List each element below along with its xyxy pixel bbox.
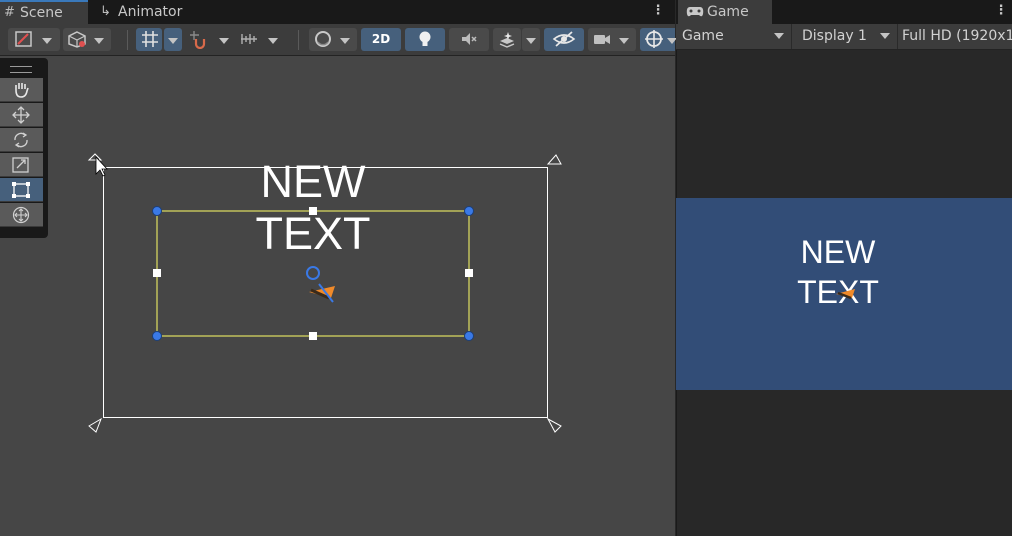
anchor-bottom-left [88,417,102,433]
audio-mute-icon [462,33,477,45]
anchor-top-right [546,154,562,165]
rect-tool-button[interactable] [0,178,43,202]
rotate-tool-button[interactable] [0,128,43,152]
corner-handle-br [464,331,474,341]
scene-visibility-dropdown[interactable] [309,28,357,51]
scene-lighting-toggle[interactable] [405,28,445,51]
lightbulb-icon [419,31,431,46]
animator-icon: ↳ [100,4,111,19]
scene-text-line-1[interactable]: NEW [213,157,413,207]
sphere-icon [315,31,331,47]
transform-tool-button[interactable] [0,203,43,227]
cube-icon [68,31,86,48]
anchor-bottom-right [546,417,562,433]
edge-handle-bottom [309,332,317,340]
tool-palette [0,58,48,238]
grid-icon: # [4,5,15,20]
shading-mode-dropdown[interactable] [63,28,111,51]
scene-effects-toggle[interactable] [493,28,521,51]
scale-tool-button[interactable] [0,153,43,177]
hand-tool-button[interactable] [0,78,43,102]
game-view-select-value: Game [682,28,724,44]
corner-handle-bl [152,331,162,341]
rotate-icon [14,132,28,148]
scene-effects-dropdown[interactable] [522,28,540,51]
draw-mode-icon [15,31,32,47]
eye-hidden-icon [552,31,576,47]
gamepad-icon [686,7,704,17]
layers-effects-icon [499,32,515,48]
rect-transform-icon [12,182,30,198]
ruler-icon [241,34,257,44]
scene-toolbar: 2D [0,24,677,56]
tab-game[interactable]: Game [678,0,772,24]
draw-mode-dropdown[interactable] [8,28,60,51]
corner-handle-tr [464,206,474,216]
resolution-select[interactable]: Full HD (1920x1 [898,24,1012,49]
text-icon-gizmo [309,283,335,303]
scene-text-line-2[interactable]: TEXT [213,209,413,259]
resolution-select-value: Full HD (1920x1 [902,28,1012,44]
scene-audio-toggle[interactable] [449,28,489,51]
display-select-value: Display 1 [802,28,867,44]
scene-camera-dropdown[interactable] [588,28,636,51]
move-arrows-icon [12,106,30,124]
hidden-objects-toggle[interactable] [544,28,584,51]
game-text-line-1: NEW [800,234,876,270]
move-tool-button[interactable] [0,103,43,127]
tab-game-label: Game [707,4,749,20]
tab-animator-label: Animator [118,4,183,20]
camera-icon [594,35,610,44]
tab-animator[interactable]: ↳ Animator [90,0,200,24]
tab-scene-label: Scene [20,5,63,21]
game-toolbar: Game Display 1 Full HD (1920x1 [676,24,1012,50]
gizmo-icon [645,30,663,48]
game-view-select[interactable]: Game [676,24,792,49]
increment-snap-dropdown[interactable] [236,28,284,51]
snap-magnet-icon [190,31,206,49]
2d-mode-button[interactable]: 2D [361,28,401,51]
hand-icon [15,83,29,98]
corner-handle-tl [152,206,162,216]
game-more-menu-icon[interactable]: ⋮ [994,0,1008,24]
2d-mode-label: 2D [371,32,391,46]
grid-toggle-button[interactable] [136,28,162,51]
palette-drag-handle[interactable] [10,66,32,73]
edge-handle-left [153,269,161,277]
tab-scene[interactable]: # Scene [0,0,88,24]
anchor-top-left [87,153,103,161]
transform-icon [12,206,30,224]
scene-more-menu-icon[interactable]: ⋮ [651,0,665,24]
grid-options-dropdown[interactable] [164,28,182,51]
gizmos-dropdown[interactable] [640,28,677,51]
display-select[interactable]: Display 1 [792,24,898,49]
game-text-icon [836,289,855,300]
snap-dropdown[interactable] [186,28,234,51]
grid-snap-icon [142,31,158,47]
edge-handle-right [465,269,473,277]
scale-icon [12,157,29,173]
